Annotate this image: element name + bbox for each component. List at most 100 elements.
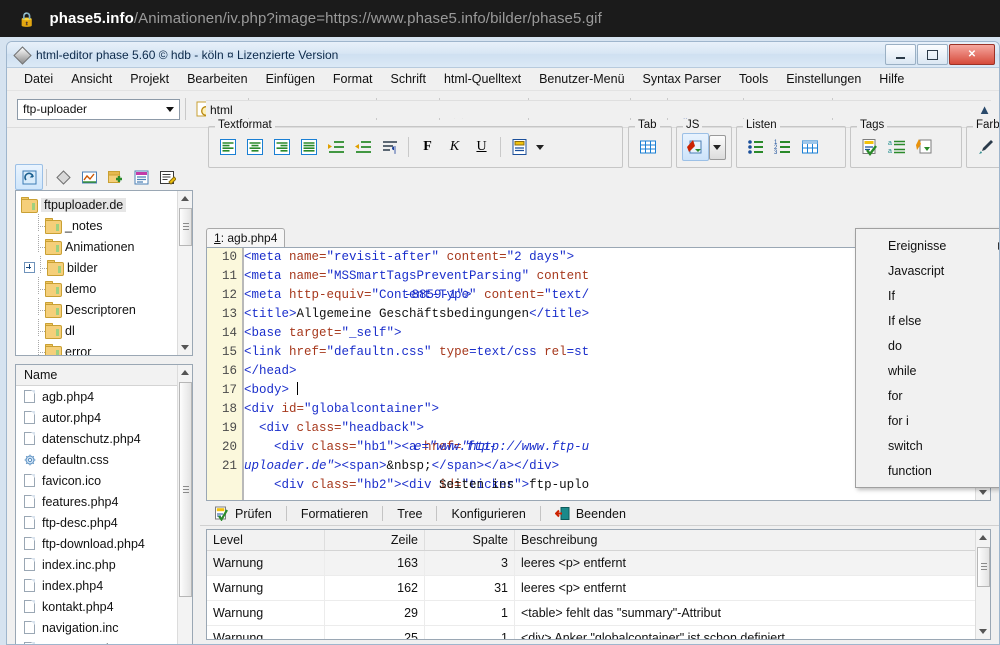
- bullet-list-icon[interactable]: [742, 134, 769, 160]
- tree-item-notes[interactable]: _notes: [21, 213, 192, 236]
- attribute-icon[interactable]: aa: [883, 134, 910, 160]
- align-right-icon[interactable]: [268, 134, 295, 160]
- tree-item-dl[interactable]: dl: [21, 318, 192, 341]
- file-scroll-up-arrow[interactable]: [178, 365, 192, 380]
- collapse-chevron-icon[interactable]: ▲: [978, 102, 991, 117]
- menu-item-switch[interactable]: switch: [856, 433, 999, 458]
- tree-scroll-thumb[interactable]: [179, 208, 192, 246]
- list-item[interactable]: favicon.ico: [16, 470, 192, 491]
- cell-zeile: 163: [325, 551, 425, 575]
- bold-icon[interactable]: F: [414, 134, 441, 160]
- tree-scroll-up-arrow[interactable]: [178, 191, 192, 206]
- tree-connector: [33, 276, 46, 295]
- list-item[interactable]: datenschutz.php4: [16, 428, 192, 449]
- tab-tree[interactable]: Tree: [383, 502, 436, 525]
- style-dropdown-icon[interactable]: [533, 134, 546, 160]
- javascript-dropdown-icon[interactable]: [708, 134, 726, 160]
- align-justify-icon[interactable]: [295, 134, 322, 160]
- list-item[interactable]: defaultn.css: [16, 449, 192, 470]
- tab-beenden[interactable]: Beenden: [541, 502, 640, 525]
- file-list-scrollbar[interactable]: [177, 365, 192, 644]
- menu-item-while[interactable]: while: [856, 358, 999, 383]
- expand-plus-icon[interactable]: [24, 262, 35, 273]
- menu-item-do[interactable]: do: [856, 333, 999, 358]
- list-item[interactable]: navigation.inc: [16, 617, 192, 638]
- tab-konfigurieren[interactable]: Konfigurieren: [437, 502, 539, 525]
- tree-root-item[interactable]: ftpuploader.de: [21, 194, 192, 215]
- group-label: Farben: [973, 119, 999, 131]
- column-header-beschreibung[interactable]: Beschreibung: [515, 530, 990, 550]
- svg-text:3: 3: [774, 150, 778, 156]
- menu-item-if-else[interactable]: If else: [856, 308, 999, 333]
- list-item[interactable]: agb.php4: [16, 386, 192, 407]
- tree-item-animationen[interactable]: Animationen: [21, 234, 192, 257]
- menu-item-ereignisse[interactable]: Ereignisse: [856, 233, 999, 258]
- tag-insert-icon[interactable]: [910, 134, 937, 160]
- file-name: defaultn.css: [42, 452, 109, 467]
- tree-item-descriptoren[interactable]: Descriptoren: [21, 297, 192, 320]
- indent-decrease-icon[interactable]: [322, 134, 349, 160]
- file-scroll-thumb[interactable]: [179, 382, 192, 597]
- list-item[interactable]: index.php4: [16, 575, 192, 596]
- menu-item-for[interactable]: for: [856, 383, 999, 408]
- tree-item-bilder[interactable]: bilder: [21, 255, 192, 278]
- menu-item-if[interactable]: If: [856, 283, 999, 308]
- results-scrollbar[interactable]: [975, 530, 990, 639]
- numbered-list-icon[interactable]: 123: [769, 134, 796, 160]
- align-center-icon[interactable]: [241, 134, 268, 160]
- text-caret: [296, 382, 298, 395]
- results-scroll-thumb[interactable]: [977, 547, 990, 587]
- paragraph-format-icon[interactable]: ¶: [376, 134, 403, 160]
- column-header-level[interactable]: Level: [207, 530, 325, 550]
- tree-item-demo[interactable]: demo: [21, 276, 192, 299]
- list-item[interactable]: index.inc.php: [16, 554, 192, 575]
- cell-beschreibung: leeres <p> entfernt: [515, 551, 990, 575]
- file-list[interactable]: Name agb.php4 autor.php4 datenschutz.php…: [15, 364, 193, 644]
- style-sheet-icon[interactable]: [506, 134, 533, 160]
- code-fragment: -8859-1">: [404, 288, 472, 302]
- definition-list-icon[interactable]: [796, 134, 823, 160]
- cell-zeile: 29: [325, 601, 425, 625]
- underline-icon[interactable]: U: [468, 134, 495, 160]
- table-row[interactable]: Warnung 163 3 leeres <p> entfernt: [207, 551, 990, 576]
- tree-item-error[interactable]: error: [21, 339, 192, 355]
- tree-scroll-down-arrow[interactable]: [178, 340, 192, 355]
- tree-scrollbar[interactable]: [177, 191, 192, 355]
- list-item[interactable]: newcount.php4: [16, 638, 192, 644]
- list-item[interactable]: ftp-download.php4: [16, 533, 192, 554]
- folder-tree[interactable]: ftpuploader.de _notes Animationen bilder…: [15, 190, 193, 356]
- table-icon[interactable]: [634, 134, 661, 160]
- javascript-popup-menu[interactable]: Ereignisse Javascript If If else do whil…: [855, 228, 999, 488]
- table-row[interactable]: Warnung 162 31 leeres <p> entfernt: [207, 576, 990, 601]
- editor-tab-agb[interactable]: 1: agb.php4: [206, 228, 286, 247]
- align-left-icon[interactable]: [214, 134, 241, 160]
- column-header-spalte[interactable]: Spalte: [425, 530, 515, 550]
- lock-icon: 🔒: [18, 10, 36, 27]
- menu-item-javascript[interactable]: Javascript: [856, 258, 999, 283]
- line-number: 13: [221, 307, 237, 321]
- browser-url-bar[interactable]: 🔒 phase5.info/Animationen/iv.php?image=h…: [0, 0, 1000, 37]
- results-scroll-down-arrow[interactable]: [976, 624, 990, 639]
- javascript-icon[interactable]: [682, 133, 709, 161]
- menu-item-label: Javascript: [888, 263, 945, 278]
- tag-check-icon[interactable]: [856, 134, 883, 160]
- results-scroll-up-arrow[interactable]: [976, 530, 990, 545]
- tab-formatieren[interactable]: Formatieren: [287, 502, 382, 525]
- column-header-zeile[interactable]: Zeile: [325, 530, 425, 550]
- italic-icon[interactable]: K: [441, 134, 468, 160]
- line-number: 16: [221, 364, 237, 378]
- file-list-header[interactable]: Name: [16, 365, 192, 386]
- table-row[interactable]: Warnung 29 1 <table> fehlt das "summary"…: [207, 601, 990, 626]
- list-item[interactable]: kontakt.php4: [16, 596, 192, 617]
- indent-increase-icon[interactable]: [349, 134, 376, 160]
- results-grid[interactable]: Level Zeile Spalte Beschreibung Warnung …: [206, 529, 991, 640]
- list-item[interactable]: features.php4: [16, 491, 192, 512]
- color-picker-icon[interactable]: [972, 134, 999, 160]
- menu-item-function[interactable]: function: [856, 458, 999, 483]
- tab-pruefen[interactable]: Prüfen: [200, 502, 286, 525]
- menu-item-label: If else: [888, 313, 922, 328]
- menu-item-for-i[interactable]: for i: [856, 408, 999, 433]
- list-item[interactable]: ftp-desc.php4: [16, 512, 192, 533]
- list-item[interactable]: autor.php4: [16, 407, 192, 428]
- table-row[interactable]: Warnung 25 1 <div> Anker "globalcontaine…: [207, 626, 990, 639]
